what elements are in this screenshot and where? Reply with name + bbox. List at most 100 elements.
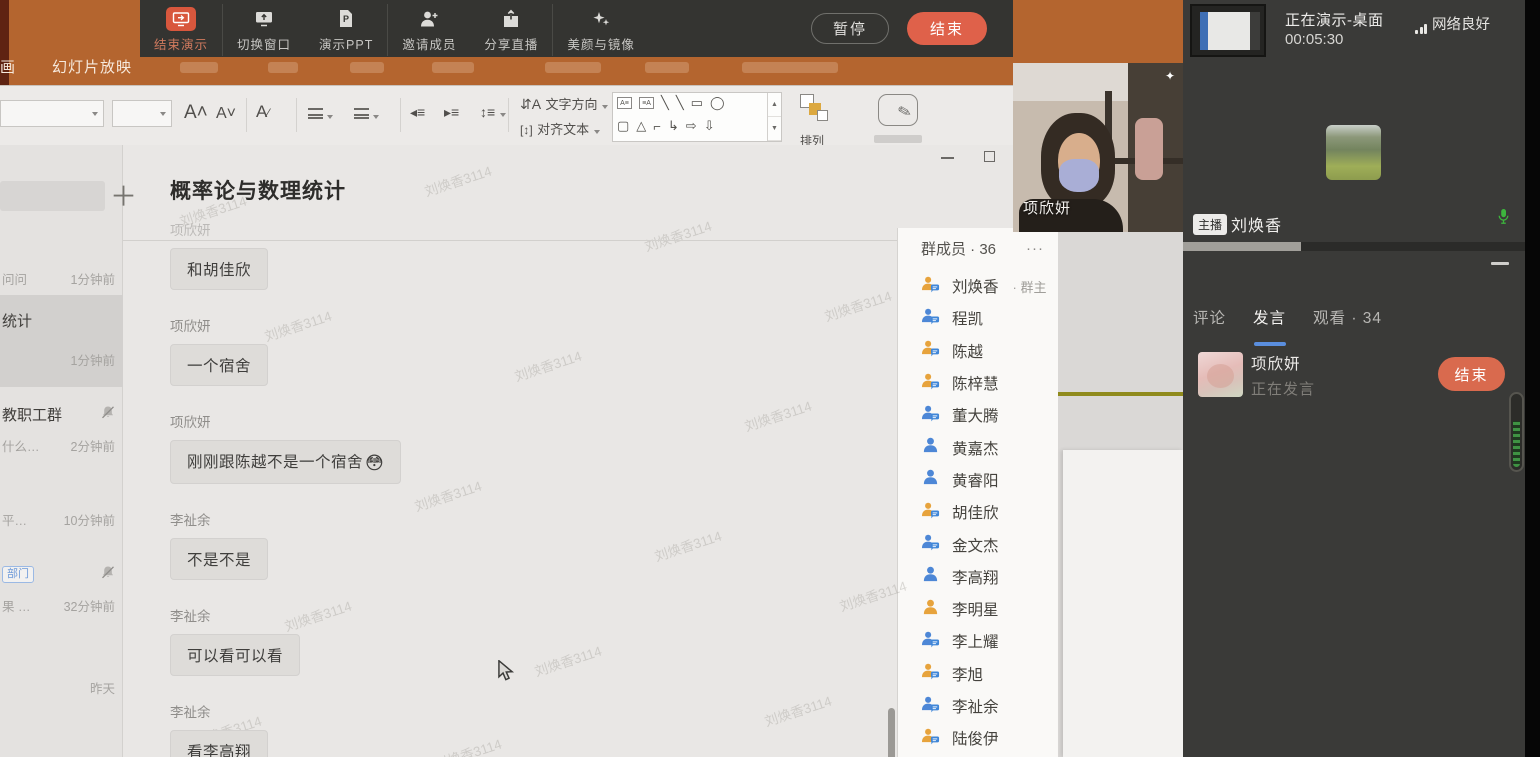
font-name-select[interactable]	[0, 100, 104, 127]
member-more-button[interactable]: ···	[1026, 240, 1044, 257]
message-bubble: 可以看可以看	[170, 634, 300, 676]
increase-indent-icon[interactable]: ▸≡	[444, 104, 459, 121]
member-row[interactable]: 金文杰	[898, 528, 1058, 560]
conversation-time: 1分钟前	[71, 269, 115, 288]
blue-plain-person-icon	[921, 565, 940, 588]
live-tab-item[interactable]: 观看 · 34	[1313, 306, 1382, 338]
member-row[interactable]: 胡佳欣	[898, 496, 1058, 528]
decrease-font-icon[interactable]: A˅	[216, 105, 236, 123]
share-preview-thumbnail[interactable]	[1190, 4, 1266, 57]
ribbon-tab-animation[interactable]: 动画	[0, 56, 30, 77]
member-row[interactable]: 黄睿阳	[898, 464, 1058, 496]
pause-button[interactable]: 暂停	[811, 13, 889, 44]
faded-tab	[742, 62, 838, 73]
ppt-slide-area	[1058, 145, 1183, 757]
font-size-select[interactable]	[112, 100, 172, 127]
conversation-item[interactable]: 统计1分钟前	[0, 295, 123, 387]
increase-font-icon[interactable]: A˄	[184, 102, 208, 124]
member-row[interactable]: 陆俊伊	[898, 722, 1058, 754]
conversation-item[interactable]: 昨天	[0, 669, 123, 725]
font-color-icon[interactable]: A⁄	[256, 102, 269, 122]
member-name: 李上耀	[952, 630, 999, 652]
member-row[interactable]: 李祉余	[898, 690, 1058, 722]
member-row[interactable]: 刘焕香· 群主	[898, 270, 1058, 302]
down-arrow-shape-icon[interactable]: ⇩	[704, 118, 715, 134]
member-name: 陆俊伊	[952, 727, 999, 749]
gallery-scroll-up[interactable]: ▲	[768, 93, 781, 117]
presenter-toolbar: 结束演示 切换窗口 P 演示PPT 邀请成员 分享直播	[140, 0, 1013, 57]
elbow-arrow-icon[interactable]: ↳	[668, 118, 679, 134]
oval-shape-icon[interactable]: ◯	[710, 95, 725, 111]
elbow-connector-icon[interactable]: ⌐	[653, 119, 661, 134]
chat-message: 项欣妍和胡佳欣	[170, 222, 861, 318]
webcam-name-label: 项欣妍	[1023, 197, 1071, 218]
member-row[interactable]: 李高翔	[898, 561, 1058, 593]
conversation-snippet: 什么…	[2, 436, 71, 455]
webcam-video[interactable]: ✦ 项欣妍	[1013, 63, 1183, 232]
search-input[interactable]	[0, 181, 105, 211]
maximize-window-button[interactable]	[984, 151, 995, 162]
message-sender: 项欣妍	[170, 318, 861, 336]
conversation-time: 昨天	[90, 678, 115, 697]
bullet-list-icon[interactable]	[308, 106, 333, 124]
arrow-line-icon[interactable]: ╲	[676, 95, 684, 111]
screen-edge	[1525, 0, 1540, 757]
triangle-shape-icon[interactable]: △	[636, 118, 646, 134]
mouse-cursor	[497, 660, 517, 687]
minimize-window-button[interactable]	[941, 157, 954, 159]
member-row[interactable]: 李旭	[898, 658, 1058, 690]
face-mask	[1059, 159, 1099, 192]
sharing-timer: 00:05:30	[1285, 31, 1343, 48]
faded-tab	[432, 62, 474, 73]
member-row[interactable]: 陈梓慧	[898, 367, 1058, 399]
line-spacing-icon[interactable]: ↕≡	[480, 104, 506, 122]
blue-bubble-person-icon	[921, 533, 940, 556]
conversation-item[interactable]: 问问1分钟前	[0, 260, 123, 296]
conversation-snippet: 问问	[2, 269, 71, 288]
end-button[interactable]: 结束	[907, 12, 987, 45]
member-row[interactable]: 董大腾	[898, 399, 1058, 431]
end-presentation-button[interactable]: 结束演示	[140, 4, 223, 56]
share-live-button[interactable]: 分享直播	[470, 4, 553, 56]
textbox-icon[interactable]: A≡	[617, 97, 632, 109]
line-shape-icon[interactable]: ╲	[661, 95, 669, 111]
right-arrow-shape-icon[interactable]: ⇨	[686, 118, 697, 134]
text-direction-button[interactable]: ⇵A 文字方向	[520, 94, 608, 114]
arrange-button[interactable]	[800, 94, 830, 124]
align-text-button[interactable]: [↕] 对齐文本	[520, 119, 600, 139]
message-bubble: 和胡佳欣	[170, 248, 268, 290]
end-speaking-button[interactable]: 结束	[1438, 357, 1505, 391]
conversation-item[interactable]: 教职工群什么…2分钟前	[0, 397, 123, 485]
chat-scrollbar[interactable]	[888, 708, 895, 757]
conversation-item[interactable]: 部门果 …32分钟前	[0, 557, 123, 649]
member-row[interactable]: 陈越	[898, 335, 1058, 367]
panel-divider[interactable]	[1183, 242, 1525, 251]
rounded-rect-icon[interactable]: ▢	[617, 118, 629, 134]
beauty-mirror-button[interactable]: 美颜与镜像	[553, 4, 649, 56]
invite-members-button[interactable]: 邀请成员	[388, 4, 470, 56]
member-row[interactable]: 李明星	[898, 593, 1058, 625]
shape-gallery[interactable]: A≡ ≡A ╲ ╲ ▭ ◯ ▢ △ ⌐ ↳ ⇨ ⇩ ▲ ▼	[612, 92, 782, 142]
sparkle-icon: ✦	[1165, 69, 1175, 83]
rectangle-shape-icon[interactable]: ▭	[691, 95, 703, 111]
member-row[interactable]: 李上耀	[898, 625, 1058, 657]
numbered-list-icon[interactable]	[354, 106, 379, 124]
decrease-indent-icon[interactable]: ◂≡	[410, 104, 425, 121]
switch-window-button[interactable]: 切换窗口	[223, 4, 305, 56]
blue-plain-person-icon	[921, 468, 940, 491]
conversation-sidebar: ＋ 问问1分钟前统计1分钟前教职工群什么…2分钟前平…10分钟前部门果 …32分…	[0, 145, 123, 757]
wps-ribbon: A˄ A˅ A⁄ ◂≡ ▸≡ ↕≡ ⇵A 文字方向 [↕] 对齐文本 A≡ ≡A…	[0, 85, 1183, 145]
member-name: 黄嘉杰	[952, 437, 999, 459]
ribbon-tab-slideshow[interactable]: 幻灯片放映	[52, 56, 132, 77]
member-row[interactable]: 黄嘉杰	[898, 431, 1058, 463]
member-row[interactable]: 程凯	[898, 302, 1058, 334]
live-tab-active[interactable]: 发言	[1253, 306, 1286, 338]
vertical-textbox-icon[interactable]: ≡A	[639, 97, 654, 109]
collapse-panel-button[interactable]	[1491, 262, 1509, 265]
present-ppt-button[interactable]: P 演示PPT	[305, 4, 388, 56]
live-tab-item[interactable]: 评论	[1193, 306, 1226, 338]
conversation-item[interactable]: 平…10分钟前	[0, 501, 123, 557]
gallery-scroll-down[interactable]: ▼	[768, 117, 781, 141]
microphone-icon[interactable]	[1497, 208, 1510, 230]
speaker-name: 项欣妍	[1251, 352, 1301, 374]
